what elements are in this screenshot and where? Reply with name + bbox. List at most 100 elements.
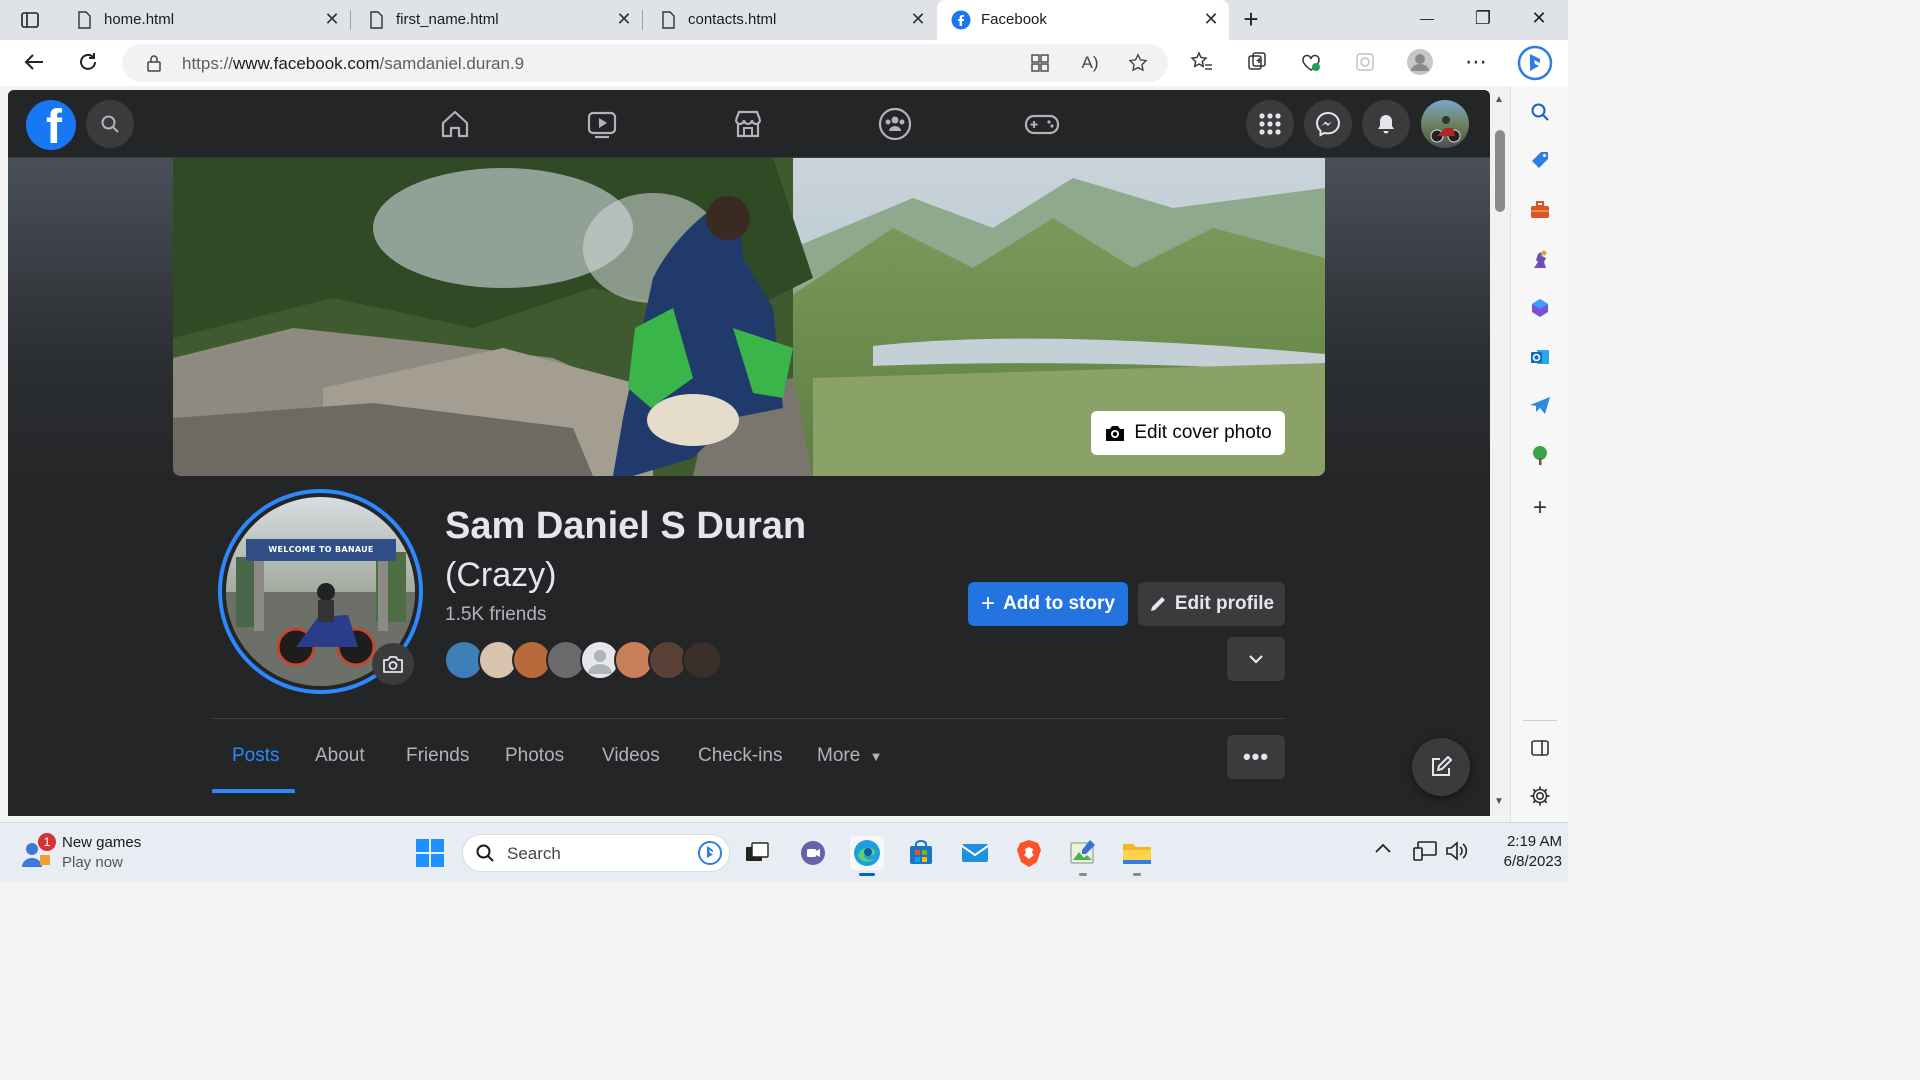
scroll-up-arrow-icon[interactable]: ▲ bbox=[1494, 94, 1504, 105]
bing-copilot-icon[interactable] bbox=[1516, 44, 1554, 82]
apps-available-icon[interactable] bbox=[1026, 49, 1054, 77]
search-placeholder: Search bbox=[507, 844, 561, 863]
tab-videos[interactable]: Videos bbox=[602, 745, 660, 767]
favorites-icon[interactable] bbox=[1188, 48, 1216, 76]
read-aloud-icon[interactable]: A) bbox=[1076, 49, 1104, 77]
notifications-button[interactable] bbox=[1362, 100, 1410, 148]
profile-more-dropdown-button[interactable] bbox=[1227, 637, 1285, 681]
close-tab-icon[interactable]: ✕ bbox=[908, 9, 928, 30]
cover-area: Edit cover photo bbox=[8, 158, 1490, 508]
tab-first-name[interactable]: first_name.html ✕ bbox=[352, 0, 642, 40]
microsoft-365-icon[interactable] bbox=[1528, 296, 1552, 320]
profile-options-button[interactable]: ••• bbox=[1227, 735, 1285, 779]
tab-photos[interactable]: Photos bbox=[505, 745, 564, 767]
widgets-button[interactable]: 1 New games Play now bbox=[18, 831, 158, 875]
search-icon bbox=[101, 115, 119, 133]
bing-icon bbox=[698, 841, 722, 865]
tab-actions-icon[interactable] bbox=[16, 6, 44, 34]
microsoft-store-icon[interactable] bbox=[904, 836, 938, 870]
teams-chat-icon[interactable] bbox=[796, 836, 830, 870]
edit-profile-button[interactable]: Edit profile bbox=[1138, 582, 1285, 626]
shopping-tag-icon[interactable] bbox=[1528, 148, 1552, 172]
add-sidebar-app-icon[interactable]: + bbox=[1528, 494, 1552, 521]
profile-avatar-icon[interactable] bbox=[1406, 48, 1434, 76]
marketplace-nav-icon[interactable] bbox=[728, 104, 768, 144]
caret-down-icon: ▼ bbox=[869, 749, 883, 764]
add-to-story-button[interactable]: + Add to story bbox=[968, 582, 1128, 626]
hide-sidebar-icon[interactable] bbox=[1528, 736, 1552, 760]
file-explorer-icon[interactable] bbox=[1120, 836, 1154, 870]
groups-nav-icon[interactable] bbox=[875, 104, 915, 144]
url-text[interactable]: https://www.facebook.com/samdaniel.duran… bbox=[182, 54, 524, 74]
messenger-button[interactable] bbox=[1304, 100, 1352, 148]
scroll-down-arrow-icon[interactable]: ▼ bbox=[1494, 796, 1504, 807]
tree-icon[interactable] bbox=[1528, 443, 1552, 467]
tab-about[interactable]: About bbox=[315, 745, 365, 767]
restore-button[interactable]: ❐ bbox=[1468, 8, 1498, 29]
outlook-icon[interactable] bbox=[1528, 345, 1552, 369]
volume-icon[interactable] bbox=[1444, 839, 1470, 863]
search-button[interactable] bbox=[86, 100, 134, 148]
camera-icon bbox=[1106, 426, 1125, 441]
tab-more-label: More bbox=[817, 745, 861, 766]
minimize-button[interactable]: — bbox=[1412, 10, 1442, 26]
task-view-icon[interactable] bbox=[740, 836, 774, 870]
edit-cover-photo-button[interactable]: Edit cover photo bbox=[1091, 411, 1285, 455]
watch-nav-icon[interactable] bbox=[582, 104, 622, 144]
close-tab-icon[interactable]: ✕ bbox=[322, 9, 342, 30]
close-tab-icon[interactable]: ✕ bbox=[614, 9, 634, 30]
tools-briefcase-icon[interactable] bbox=[1528, 198, 1552, 222]
clock[interactable]: 2:19 AM 6/8/2023 bbox=[1476, 833, 1562, 877]
bell-icon bbox=[1378, 115, 1394, 134]
favorite-star-icon[interactable] bbox=[1124, 49, 1152, 77]
extension-icon[interactable] bbox=[1351, 48, 1379, 76]
browser-essentials-icon[interactable] bbox=[1297, 48, 1325, 76]
telegram-send-icon[interactable] bbox=[1528, 394, 1552, 418]
search-icon[interactable] bbox=[1528, 100, 1552, 124]
tab-friends[interactable]: Friends bbox=[406, 745, 469, 767]
url-field[interactable]: https://www.facebook.com/samdaniel.duran… bbox=[122, 44, 1168, 82]
new-tab-button[interactable]: + bbox=[1236, 4, 1266, 35]
lock-icon[interactable] bbox=[140, 49, 168, 77]
start-button[interactable] bbox=[413, 836, 447, 870]
image-editor-running-indicator bbox=[1079, 873, 1087, 876]
image-editor-icon[interactable] bbox=[1066, 836, 1100, 870]
edit-cover-label: Edit cover photo bbox=[1134, 422, 1272, 443]
show-hidden-icons-button[interactable] bbox=[1374, 841, 1396, 863]
page-viewport: f Edit cover photo WELCOME TO BANAUE Sam… bbox=[8, 90, 1490, 816]
tab-label: contacts.html bbox=[688, 11, 777, 28]
friends-count-link[interactable]: 1.5K friends bbox=[445, 604, 546, 626]
tab-posts[interactable]: Posts bbox=[232, 745, 280, 767]
account-avatar[interactable] bbox=[1421, 100, 1469, 148]
home-nav-icon[interactable] bbox=[435, 104, 475, 144]
new-message-button[interactable] bbox=[1412, 738, 1470, 796]
page-scrollbar[interactable]: ▲ ▼ bbox=[1490, 90, 1510, 816]
menu-button[interactable] bbox=[1246, 100, 1294, 148]
close-window-button[interactable]: ✕ bbox=[1524, 8, 1554, 29]
active-tab-underline bbox=[212, 789, 295, 793]
tab-facebook[interactable]: Facebook ✕ bbox=[937, 0, 1229, 40]
update-profile-picture-button[interactable] bbox=[372, 643, 414, 685]
edge-browser-icon[interactable] bbox=[850, 836, 884, 870]
more-options-icon[interactable]: ⋯ bbox=[1462, 48, 1490, 76]
facebook-logo[interactable]: f bbox=[26, 100, 76, 150]
settings-gear-icon[interactable] bbox=[1528, 784, 1552, 808]
tab-contacts[interactable]: contacts.html ✕ bbox=[644, 0, 936, 40]
tab-more[interactable]: More ▼ bbox=[817, 745, 882, 767]
collections-icon[interactable] bbox=[1243, 48, 1271, 76]
tab-check-ins[interactable]: Check-ins bbox=[698, 745, 782, 767]
facebook-logo-letter: f bbox=[46, 101, 62, 151]
taskbar-search-box[interactable]: Search bbox=[462, 834, 730, 872]
tab-home[interactable]: home.html ✕ bbox=[60, 0, 350, 40]
brave-browser-icon[interactable] bbox=[1012, 836, 1046, 870]
gaming-nav-icon[interactable] bbox=[1022, 104, 1062, 144]
refresh-icon[interactable] bbox=[74, 48, 102, 76]
friend-avatar[interactable] bbox=[682, 640, 722, 680]
network-icon[interactable] bbox=[1412, 839, 1438, 863]
mail-icon[interactable] bbox=[958, 836, 992, 870]
close-tab-icon[interactable]: ✕ bbox=[1201, 9, 1221, 30]
games-chess-icon[interactable] bbox=[1528, 247, 1552, 271]
address-bar-row: https://www.facebook.com/samdaniel.duran… bbox=[0, 40, 1568, 86]
back-icon[interactable] bbox=[20, 48, 48, 76]
scrollbar-thumb[interactable] bbox=[1495, 130, 1505, 212]
